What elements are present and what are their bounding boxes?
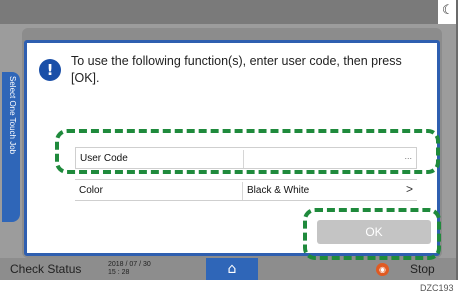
ok-button[interactable]: OK (317, 220, 431, 244)
user-code-dialog: ! To use the following function(s), ente… (24, 40, 440, 256)
date-text: 2018 / 07 / 30 (108, 261, 151, 268)
moon-icon[interactable]: ☾ (442, 3, 456, 19)
field-divider (243, 150, 244, 168)
time-text: 15 : 28 (108, 269, 130, 276)
user-code-field[interactable]: User Code ... (75, 147, 417, 169)
ellipsis-icon: ... (404, 151, 412, 161)
one-touch-job-tab-label: Select One Touch Job (8, 76, 17, 155)
dialog-message: To use the following function(s), enter … (71, 54, 402, 85)
date-time: 2018 / 07 / 30 15 : 28 (108, 261, 151, 277)
home-icon[interactable]: ⌂ (206, 258, 258, 280)
field-divider (242, 182, 243, 200)
info-icon: ! (39, 59, 61, 81)
check-status-button[interactable]: Check Status (10, 262, 81, 276)
chevron-right-icon: > (405, 182, 413, 196)
device-screen: ☾ Select One Touch Job ! To use the foll… (0, 0, 458, 280)
bottom-bar: Check Status 2018 / 07 / 30 15 : 28 ⌂ ◉ … (0, 258, 456, 280)
color-label: Color (79, 185, 103, 196)
color-value: Black & White (247, 185, 310, 196)
top-bar (0, 0, 456, 24)
user-code-label: User Code (80, 153, 128, 164)
stop-icon[interactable]: ◉ (376, 263, 389, 276)
color-setting-row[interactable]: Color Black & White > (75, 179, 417, 201)
stop-button[interactable]: Stop (410, 262, 435, 276)
figure-id: DZC193 (420, 283, 454, 293)
